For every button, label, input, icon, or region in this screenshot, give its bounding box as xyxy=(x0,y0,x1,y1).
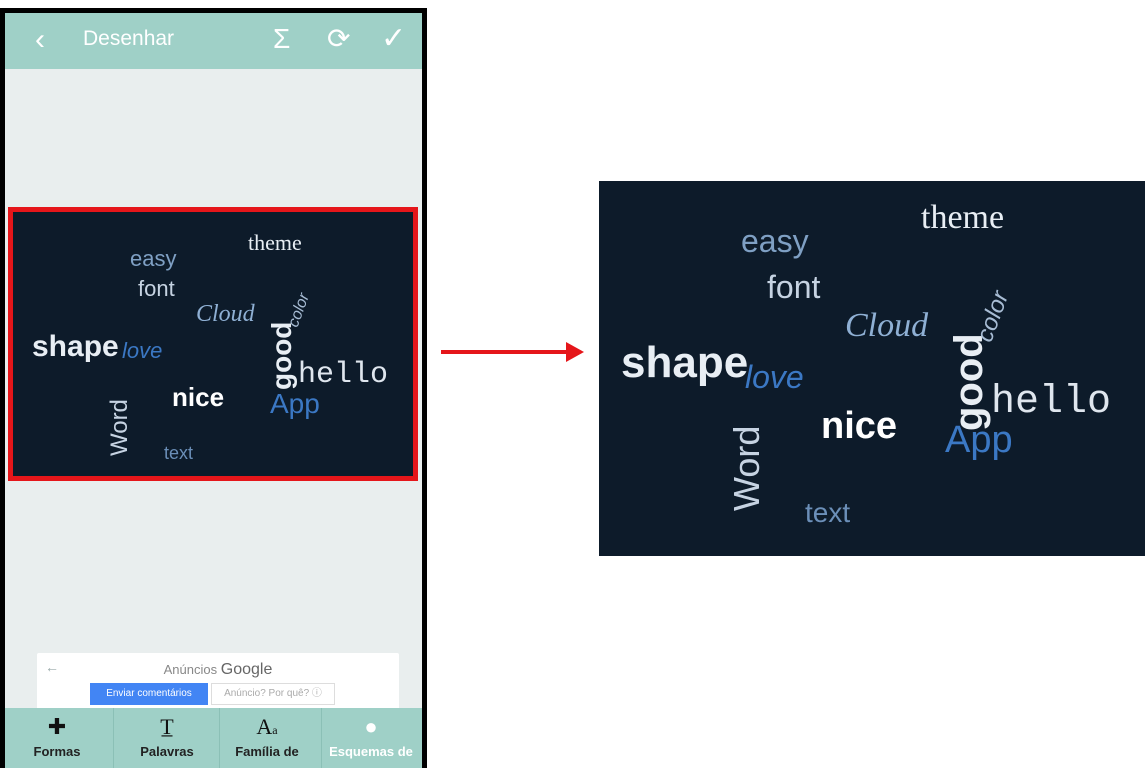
nav-label: Formas xyxy=(33,744,81,759)
nav-item-esquemas[interactable]: ● Esquemas de xyxy=(319,708,422,768)
word-app: App xyxy=(945,419,1013,461)
nav-label: Palavras xyxy=(140,744,194,759)
ad-label-prefix: Anúncios xyxy=(163,662,218,677)
word-nice: nice xyxy=(821,405,898,447)
word-color: color xyxy=(971,287,1015,346)
word-good: good xyxy=(947,333,991,431)
puzzle-icon: ✚ xyxy=(47,714,67,739)
word-font: font xyxy=(767,269,821,305)
bottom-navigation: ✚ Formas T̲ Palavras Aa Família de ● Esq… xyxy=(5,708,422,768)
nav-label: Esquemas de xyxy=(329,744,413,759)
nav-item-formas[interactable]: ✚ Formas xyxy=(5,708,109,768)
word-cloud: Cloud xyxy=(845,307,929,344)
check-icon[interactable]: ✓ xyxy=(381,21,406,56)
back-arrow-icon[interactable]: ‹ xyxy=(35,23,45,57)
word-text: text xyxy=(805,497,851,528)
page-title: Desenhar xyxy=(83,27,175,50)
nav-label: Família de xyxy=(235,744,299,759)
word-cloud-result: shape nice hello good theme App easy fon… xyxy=(599,181,1145,556)
ad-label-brand: Google xyxy=(220,661,273,678)
nav-item-familia[interactable]: Aa Família de xyxy=(215,708,319,768)
word-shape: shape xyxy=(621,338,749,387)
word-love: love xyxy=(745,359,804,395)
nav-item-palavras[interactable]: T̲ Palavras xyxy=(115,708,219,768)
font-icon: Aa xyxy=(256,714,278,739)
text-icon: T̲ xyxy=(160,714,174,739)
ad-label: Anúncios Google xyxy=(37,661,399,679)
sigma-icon[interactable]: Σ xyxy=(273,23,290,55)
top-app-bar: ‹ Desenhar Σ ⟳ ✓ xyxy=(5,13,422,69)
nav-divider xyxy=(113,708,114,768)
arrow-connector xyxy=(441,350,569,354)
word-hello: hello xyxy=(991,380,1112,425)
ad-feedback-button[interactable]: Enviar comentários xyxy=(90,683,208,705)
ad-banner: ← Anúncios Google Enviar comentários Anú… xyxy=(37,653,399,715)
selected-cloud-highlight xyxy=(8,207,418,481)
word-word: Word xyxy=(726,425,767,511)
palette-icon: ● xyxy=(364,714,378,739)
word-easy: easy xyxy=(741,223,809,259)
word-theme: theme xyxy=(921,199,1005,236)
arrow-head-icon xyxy=(566,342,584,362)
ad-why-button[interactable]: Anúncio? Por quê? ⓘ xyxy=(211,683,335,705)
refresh-icon[interactable]: ⟳ xyxy=(327,22,350,55)
